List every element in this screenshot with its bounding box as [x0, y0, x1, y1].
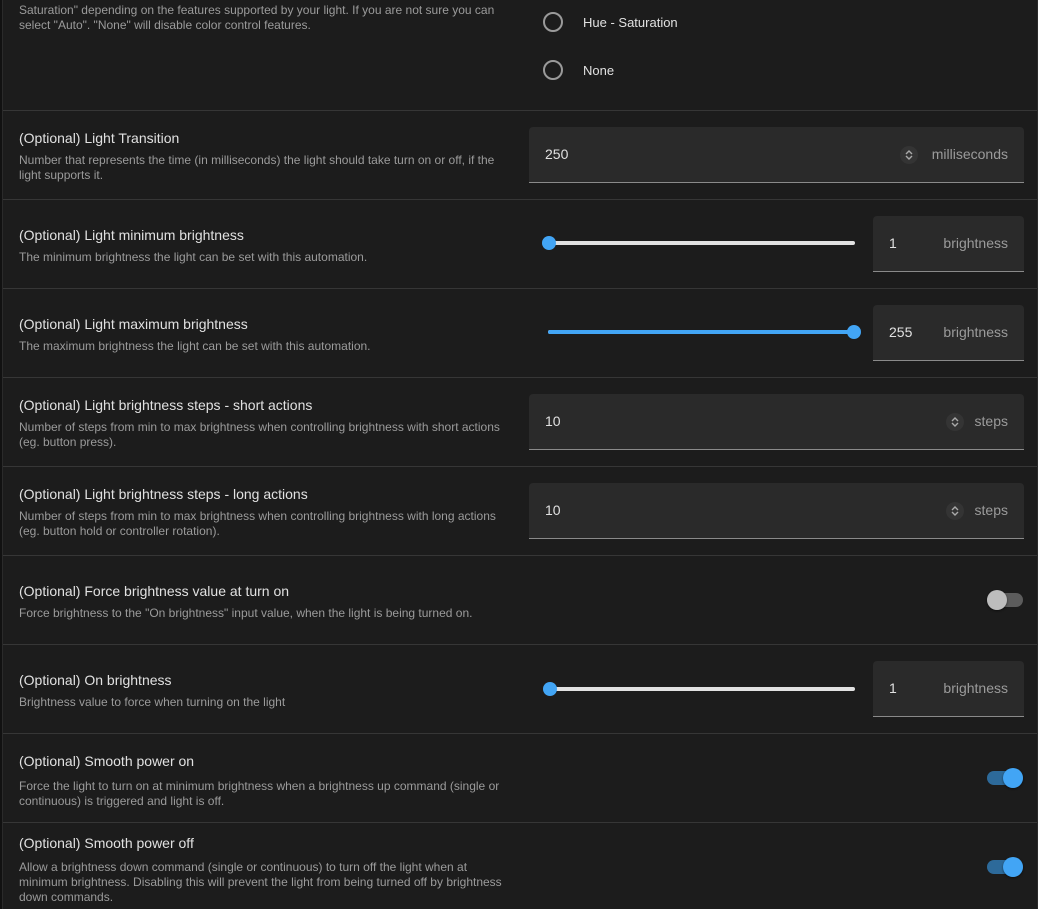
slider-thumb[interactable] [847, 325, 861, 339]
smooth-power-off-text: (Optional) Smooth power off Allow a brig… [19, 834, 519, 905]
force-brightness-text: (Optional) Force brightness value at tur… [19, 582, 519, 621]
light-transition-input[interactable]: 250 milliseconds [529, 127, 1024, 183]
on-brightness-value[interactable]: 1 [889, 661, 897, 716]
radio-none[interactable]: None [543, 59, 614, 81]
on-brightness-row: (Optional) On brightness Brightness valu… [3, 645, 1037, 734]
smooth-power-on-toggle[interactable] [987, 768, 1023, 788]
smooth-power-on-description: Force the light to turn on at minimum br… [19, 779, 500, 808]
max-brightness-input[interactable]: 255 brightness [873, 305, 1024, 361]
smooth-power-on-row: (Optional) Smooth power on Force the lig… [3, 734, 1037, 823]
smooth-power-off-toggle[interactable] [987, 857, 1023, 877]
min-brightness-row: (Optional) Light minimum brightness The … [3, 200, 1037, 289]
steps-short-unit: steps [974, 413, 1008, 429]
min-brightness-unit: brightness [943, 235, 1008, 251]
min-brightness-slider[interactable] [542, 235, 855, 251]
min-brightness-input[interactable]: 1 brightness [873, 216, 1024, 272]
max-brightness-description: The maximum brightness the light can be … [19, 339, 371, 353]
color-mode-row: Saturation" depending on the features su… [3, 0, 1037, 111]
light-transition-text: (Optional) Light Transition Number that … [19, 129, 519, 183]
force-brightness-row: (Optional) Force brightness value at tur… [3, 556, 1037, 645]
light-transition-row: (Optional) Light Transition Number that … [3, 111, 1037, 200]
max-brightness-unit: brightness [943, 324, 1008, 340]
min-brightness-text: (Optional) Light minimum brightness The … [19, 226, 519, 265]
min-brightness-value[interactable]: 1 [889, 216, 897, 271]
on-brightness-description: Brightness value to force when turning o… [19, 695, 286, 709]
max-brightness-row: (Optional) Light maximum brightness The … [3, 289, 1037, 378]
steps-short-row: (Optional) Light brightness steps - shor… [3, 378, 1037, 467]
on-brightness-input[interactable]: 1 brightness [873, 661, 1024, 717]
blueprint-inputs-panel: Saturation" depending on the features su… [2, 0, 1038, 909]
toggle-thumb[interactable] [1003, 857, 1023, 877]
toggle-thumb[interactable] [1003, 768, 1023, 788]
steps-long-row: (Optional) Light brightness steps - long… [3, 467, 1037, 556]
light-transition-description: Number that represents the time (in mill… [19, 153, 495, 182]
radio-circle-icon[interactable] [543, 60, 563, 80]
on-brightness-slider[interactable] [543, 681, 855, 697]
spinner-icon[interactable] [946, 413, 964, 431]
steps-short-description: Number of steps from min to max brightne… [19, 420, 500, 449]
light-transition-value[interactable]: 250 [545, 127, 568, 182]
steps-long-description: Number of steps from min to max brightne… [19, 509, 496, 538]
max-brightness-title: (Optional) Light maximum brightness [19, 316, 248, 332]
on-brightness-text: (Optional) On brightness Brightness valu… [19, 671, 519, 710]
force-brightness-description: Force brightness to the "On brightness" … [19, 606, 473, 620]
steps-long-unit: steps [974, 502, 1008, 518]
radio-label: Hue - Saturation [583, 14, 678, 30]
light-transition-title: (Optional) Light Transition [19, 130, 180, 146]
force-brightness-title: (Optional) Force brightness value at tur… [19, 583, 290, 599]
steps-long-title: (Optional) Light brightness steps - long… [19, 486, 308, 502]
slider-thumb[interactable] [542, 236, 556, 250]
on-brightness-title: (Optional) On brightness [19, 672, 172, 688]
spinner-icon[interactable] [900, 146, 918, 164]
steps-short-text: (Optional) Light brightness steps - shor… [19, 396, 519, 450]
slider-track[interactable] [550, 687, 855, 691]
force-brightness-toggle[interactable] [987, 590, 1023, 610]
steps-long-text: (Optional) Light brightness steps - long… [19, 485, 519, 539]
on-brightness-unit: brightness [943, 680, 1008, 696]
spinner-icon[interactable] [946, 502, 964, 520]
smooth-power-off-row: (Optional) Smooth power off Allow a brig… [3, 823, 1037, 909]
color-mode-text: Saturation" depending on the features su… [19, 3, 519, 33]
steps-long-input[interactable]: 10 steps [529, 483, 1024, 539]
slider-track[interactable] [549, 241, 855, 245]
smooth-power-on-text: (Optional) Smooth power on Force the lig… [19, 752, 519, 809]
slider-fill [548, 330, 854, 334]
steps-long-value[interactable]: 10 [545, 483, 561, 538]
steps-short-title: (Optional) Light brightness steps - shor… [19, 397, 313, 413]
max-brightness-text: (Optional) Light maximum brightness The … [19, 315, 519, 354]
radio-label: None [583, 62, 615, 78]
light-transition-unit: milliseconds [931, 146, 1008, 162]
toggle-thumb[interactable] [987, 590, 1007, 610]
smooth-power-off-title: (Optional) Smooth power off [19, 835, 194, 851]
steps-short-input[interactable]: 10 steps [529, 394, 1024, 450]
slider-thumb[interactable] [543, 682, 557, 696]
smooth-power-on-title: (Optional) Smooth power on [19, 753, 195, 769]
radio-hue-saturation[interactable]: Hue - Saturation [543, 11, 678, 33]
max-brightness-slider[interactable] [548, 324, 861, 340]
max-brightness-value[interactable]: 255 [889, 305, 912, 360]
smooth-power-off-description: Allow a brightness down command (single … [19, 860, 502, 904]
color-mode-description: Saturation" depending on the features su… [19, 3, 495, 32]
radio-circle-icon[interactable] [543, 12, 563, 32]
min-brightness-title: (Optional) Light minimum brightness [19, 227, 244, 243]
min-brightness-description: The minimum brightness the light can be … [19, 250, 368, 264]
steps-short-value[interactable]: 10 [545, 394, 561, 449]
